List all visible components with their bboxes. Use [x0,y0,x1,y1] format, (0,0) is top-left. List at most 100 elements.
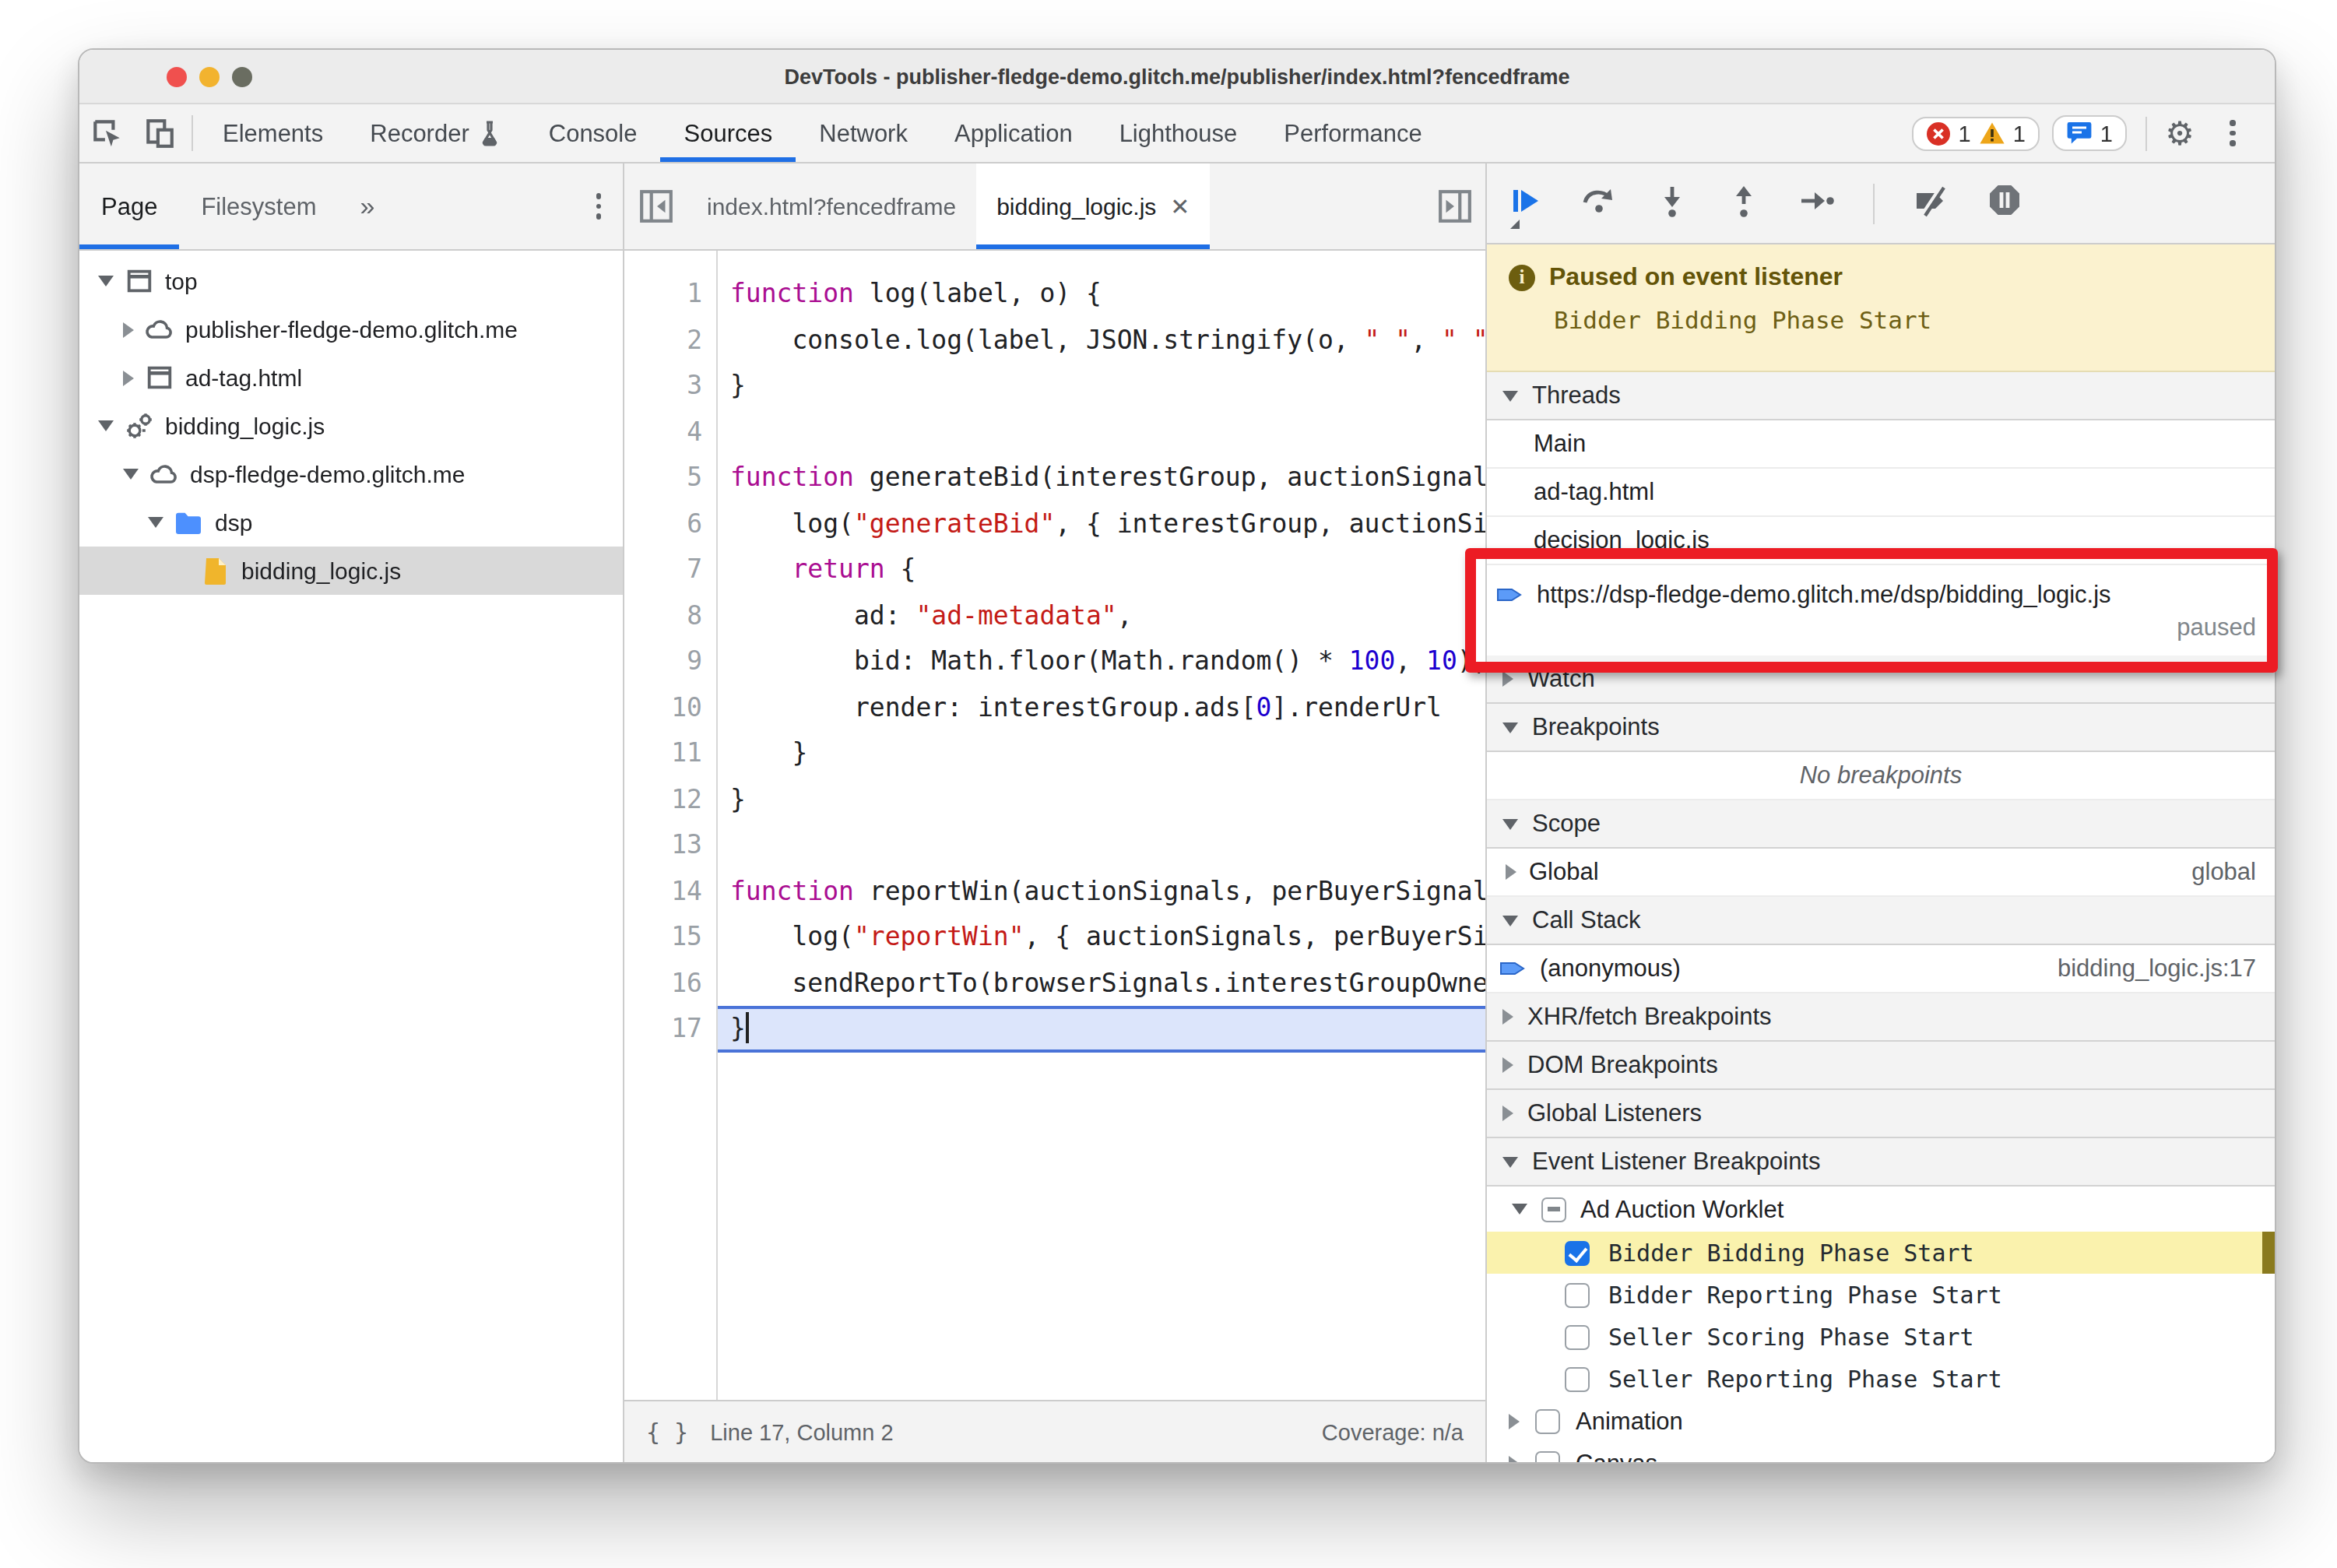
call-stack-location[interactable]: bidding_logic.js:17 [2058,955,2275,983]
line-number[interactable]: 3 [624,363,716,409]
breakpoint-category-animation[interactable]: Animation [1487,1400,2275,1442]
tree-item-bidding-logic-js[interactable]: bidding_logic.js [79,547,623,595]
checkbox-unchecked[interactable] [1565,1324,1590,1349]
window-controls[interactable] [167,50,252,103]
tab-filesystem[interactable]: Filesystem [179,163,338,249]
resume-button[interactable] [1509,183,1543,223]
section-header-xhr-fetch-breakpoints[interactable]: XHR/fetch Breakpoints [1487,993,2275,1042]
section-header-breakpoints[interactable]: Breakpoints [1487,704,2275,752]
deactivate-breakpoints-button[interactable] [1912,183,1949,223]
show-debugger-icon[interactable] [1423,163,1485,249]
disclosure-down-icon[interactable] [1512,1204,1527,1215]
tree-item-dsp[interactable]: dsp [79,498,623,547]
checkbox-unchecked[interactable] [1565,1366,1590,1391]
line-number[interactable]: 8 [624,592,716,638]
tree-item-bidding-logic-js[interactable]: bidding_logic.js [79,402,623,450]
settings-gear-icon[interactable]: ⚙ [2153,114,2206,152]
toolbar-tab-recorder[interactable]: Recorder [346,104,525,162]
scope-row-global[interactable]: Globalglobal [1487,849,2275,897]
line-number[interactable]: 1 [624,271,716,317]
checkbox-indeterminate[interactable] [1541,1197,1566,1222]
editor-tab-index[interactable]: index.html?fencedframe [687,163,976,249]
step-button[interactable] [1798,183,1836,223]
breakpoint-group-ad-auction-worklet[interactable]: Ad Auction Worklet [1487,1187,2275,1232]
pretty-print-icon[interactable]: { } [646,1418,688,1446]
disclosure-right-icon[interactable] [1502,671,1513,687]
toolbar-tab-console[interactable]: Console [525,104,661,162]
line-number[interactable]: 13 [624,822,716,868]
toolbar-tab-application[interactable]: Application [931,104,1096,162]
line-number[interactable]: 12 [624,776,716,822]
thread-row-ad-tag-html[interactable]: ad-tag.html [1487,469,2275,517]
disclosure-down-icon[interactable] [1502,818,1518,829]
disclosure-right-icon[interactable] [123,322,134,337]
disclosure-down-icon[interactable] [1502,1156,1518,1167]
disclosure-down-icon[interactable] [98,276,114,287]
checkbox-unchecked[interactable] [1535,1408,1560,1433]
sidebar-kebab-icon[interactable] [574,163,623,249]
line-number[interactable]: 6 [624,501,716,547]
section-header-dom-breakpoints[interactable]: DOM Breakpoints [1487,1042,2275,1090]
section-header-scope[interactable]: Scope [1487,800,2275,849]
tree-item-dsp-fledge-demo-glitch-me[interactable]: dsp-fledge-demo.glitch.me [79,450,623,498]
disclosure-down-icon[interactable] [148,517,163,528]
line-number[interactable]: 11 [624,730,716,776]
tree-item-top[interactable]: top [79,257,623,305]
pause-on-exceptions-button[interactable] [1987,182,2022,224]
disclosure-down-icon[interactable] [1502,722,1518,733]
section-header-global-listeners[interactable]: Global Listeners [1487,1090,2275,1138]
line-number[interactable]: 5 [624,455,716,501]
more-tabs-icon[interactable]: » [339,163,397,249]
more-options-kebab-icon[interactable] [2206,121,2259,146]
toolbar-tab-performance[interactable]: Performance [1260,104,1445,162]
disclosure-right-icon[interactable] [1509,1413,1520,1429]
toolbar-tab-network[interactable]: Network [796,104,931,162]
toolbar-tab-lighthouse[interactable]: Lighthouse [1096,104,1261,162]
section-header-threads[interactable]: Threads [1487,372,2275,420]
section-header-event-listener-breakpoints[interactable]: Event Listener Breakpoints [1487,1138,2275,1187]
step-over-button[interactable] [1580,183,1618,223]
line-number[interactable]: 17 [624,1006,716,1052]
checkbox-unchecked[interactable] [1535,1450,1560,1462]
messages-badge[interactable]: 1 [2052,115,2127,151]
editor-tab-bidding-logic[interactable]: bidding_logic.js✕ [976,163,1210,249]
minimize-window-icon[interactable] [199,66,220,86]
toolbar-tab-sources[interactable]: Sources [661,104,796,162]
line-number[interactable]: 9 [624,638,716,684]
call-stack-frame[interactable]: (anonymous)bidding_logic.js:17 [1487,945,2275,993]
disclosure-right-icon[interactable] [1506,864,1516,880]
tree-item-ad-tag-html[interactable]: ad-tag.html [79,353,623,402]
disclosure-down-icon[interactable] [1502,390,1518,401]
disclosure-down-icon[interactable] [98,420,114,431]
disclosure-down-icon[interactable] [123,469,139,480]
checkbox-unchecked[interactable] [1565,1282,1590,1307]
event-breakpoint-seller-scoring-phase-start[interactable]: Seller Scoring Phase Start [1487,1316,2275,1358]
breakpoint-category-canvas[interactable]: Canvas [1487,1442,2275,1462]
code-editor[interactable]: 1234567891011121314151617 function log(l… [624,251,1485,1400]
tab-page[interactable]: Page [79,163,179,249]
line-number[interactable]: 2 [624,317,716,363]
step-out-button[interactable] [1727,183,1761,223]
line-number[interactable]: 15 [624,914,716,960]
checkbox-checked[interactable] [1565,1240,1590,1265]
disclosure-right-icon[interactable] [1509,1455,1520,1462]
line-number[interactable]: 7 [624,547,716,592]
zoom-window-icon[interactable] [232,66,252,86]
inspect-icon[interactable] [79,104,132,162]
close-tab-icon[interactable]: ✕ [1170,192,1190,220]
hide-navigator-icon[interactable] [624,163,687,249]
tree-item-publisher-fledge-demo-glitch-me[interactable]: publisher-fledge-demo.glitch.me [79,305,623,353]
line-number[interactable]: 10 [624,684,716,730]
line-number[interactable]: 4 [624,409,716,455]
disclosure-right-icon[interactable] [1502,1057,1513,1073]
section-header-call-stack[interactable]: Call Stack [1487,897,2275,945]
line-number[interactable]: 14 [624,868,716,914]
event-breakpoint-bidder-bidding-phase-start[interactable]: Bidder Bidding Phase Start [1487,1232,2275,1274]
device-toolbar-icon[interactable] [132,104,185,162]
toolbar-tab-elements[interactable]: Elements [199,104,346,162]
disclosure-right-icon[interactable] [1502,1106,1513,1121]
event-breakpoint-bidder-reporting-phase-start[interactable]: Bidder Reporting Phase Start [1487,1274,2275,1316]
event-breakpoint-seller-reporting-phase-start[interactable]: Seller Reporting Phase Start [1487,1358,2275,1400]
thread-row-main[interactable]: Main [1487,420,2275,469]
close-window-icon[interactable] [167,66,187,86]
